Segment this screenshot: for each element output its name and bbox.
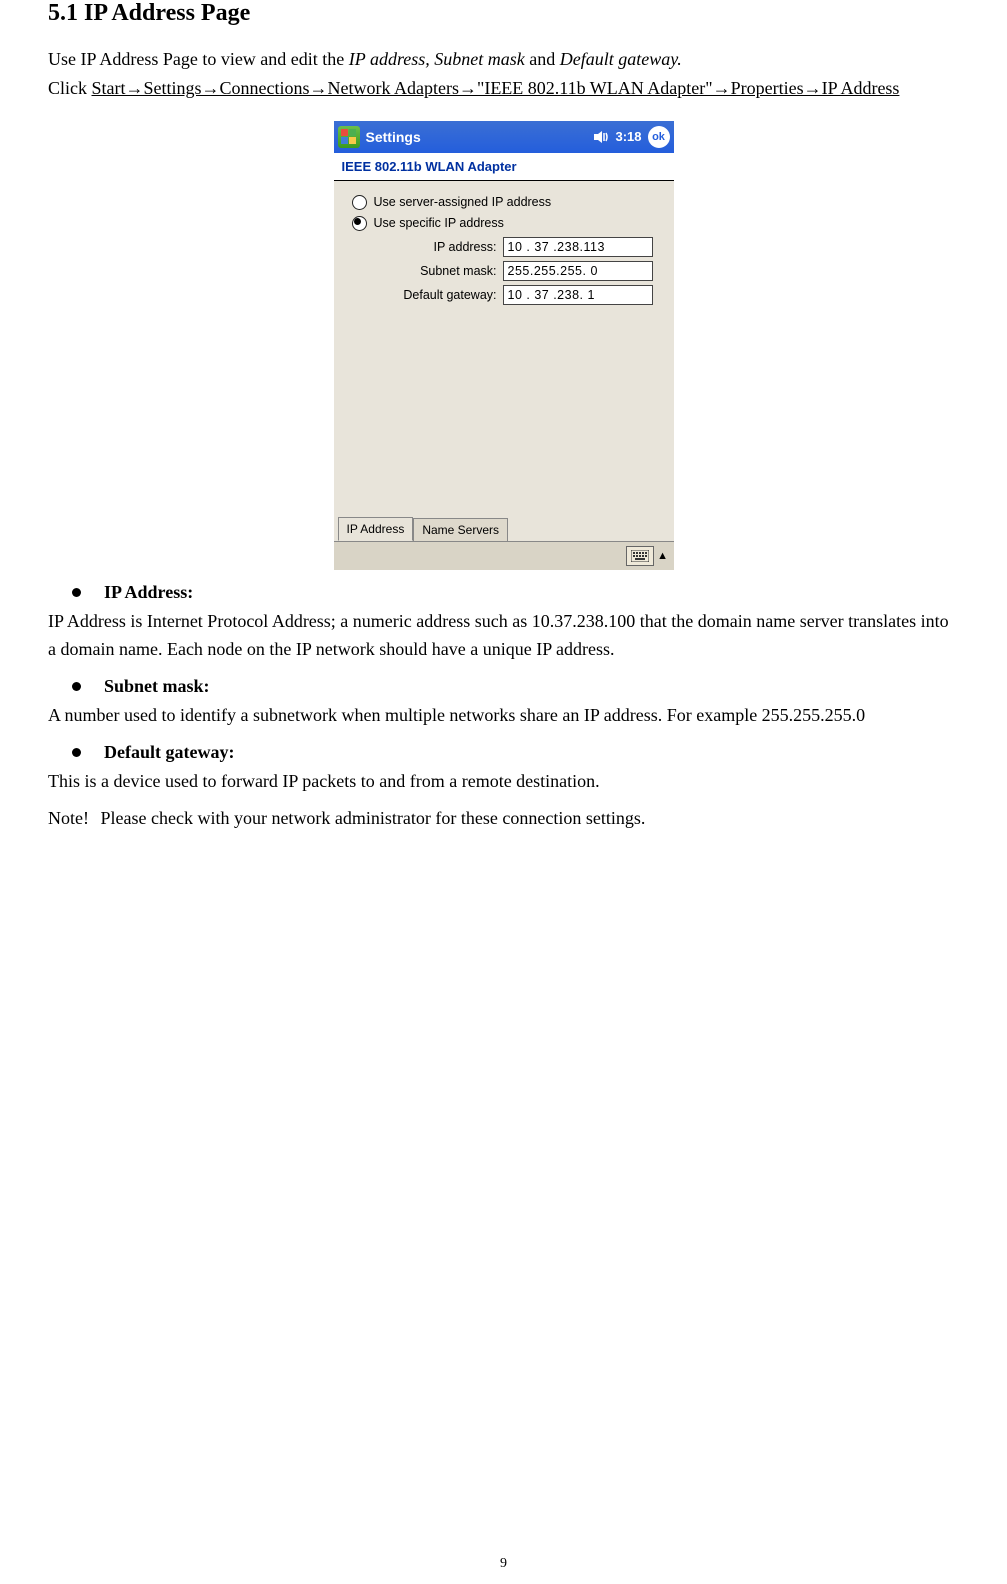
nav-path-paragraph: Click Start→Settings→Connections→Network… bbox=[48, 74, 959, 103]
field-row-gateway: Default gateway: 10 . 37 .238. 1 bbox=[342, 285, 666, 305]
screenshot-bottom-bar: ▲ bbox=[334, 541, 674, 570]
ip-address-description: IP Address is Internet Protocol Address;… bbox=[48, 607, 959, 665]
tab-name-servers[interactable]: Name Servers bbox=[413, 518, 508, 541]
radio-label-1: Use server-assigned IP address bbox=[374, 195, 552, 209]
arrow-up-icon[interactable]: ▲ bbox=[658, 550, 668, 562]
nav-path-1: Start→Settings→ bbox=[92, 78, 220, 98]
bullet-subnet-mask: Subnet mask: bbox=[48, 676, 959, 697]
radio-icon-selected bbox=[352, 216, 367, 231]
default-gateway-input[interactable]: 10 . 37 .238. 1 bbox=[503, 285, 653, 305]
tab-ip-address[interactable]: IP Address bbox=[338, 517, 414, 541]
subnet-mask-input[interactable]: 255.255.255. 0 bbox=[503, 261, 653, 281]
screenshot: Settings 3:18 ok IEEE 802.11b WLAN Adapt… bbox=[334, 121, 674, 570]
default-gateway-description: This is a device used to forward IP pack… bbox=[48, 767, 959, 796]
bullets-list-2: Subnet mask: bbox=[48, 676, 959, 697]
screenshot-titlebar: Settings 3:18 ok bbox=[334, 121, 674, 153]
radio-label-2: Use specific IP address bbox=[374, 216, 504, 230]
ok-button[interactable]: ok bbox=[648, 126, 670, 148]
screenshot-title: Settings bbox=[366, 129, 594, 145]
nav-path-2: Connections→Network Adapters→"IEEE 802.1… bbox=[220, 78, 900, 98]
intro-paragraph: Use IP Address Page to view and edit the… bbox=[48, 45, 959, 74]
intro-mid: and bbox=[525, 49, 560, 69]
bullet-default-gateway: Default gateway: bbox=[48, 742, 959, 763]
field-row-ip: IP address: 10 . 37 .238.113 bbox=[342, 237, 666, 257]
subnet-mask-label: Subnet mask: bbox=[342, 264, 503, 278]
note-body: Please check with your network administr… bbox=[101, 808, 646, 828]
ip-address-label: IP address: bbox=[342, 240, 503, 254]
ip-address-input[interactable]: 10 . 37 .238.113 bbox=[503, 237, 653, 257]
screenshot-adapter-header: IEEE 802.11b WLAN Adapter bbox=[334, 153, 674, 181]
click-prefix: Click bbox=[48, 78, 92, 98]
radio-specific-ip[interactable]: Use specific IP address bbox=[352, 216, 666, 231]
intro-prefix: Use IP Address Page to view and edit the bbox=[48, 49, 349, 69]
bullets-list: IP Address: bbox=[48, 582, 959, 603]
screenshot-time: 3:18 bbox=[615, 129, 641, 144]
default-gateway-label: Default gateway: bbox=[342, 288, 503, 302]
windows-flag-icon bbox=[338, 126, 360, 148]
intro-italic-2: Default gateway. bbox=[560, 49, 682, 69]
subnet-mask-description: A number used to identify a subnetwork w… bbox=[48, 701, 959, 730]
bullet-ip-address: IP Address: bbox=[48, 582, 959, 603]
note-label: Note! bbox=[48, 804, 96, 833]
bullets-list-3: Default gateway: bbox=[48, 742, 959, 763]
speaker-icon bbox=[593, 130, 611, 144]
section-heading: 5.1 IP Address Page bbox=[48, 0, 959, 27]
page-number: 9 bbox=[0, 1556, 1007, 1572]
radio-icon-unselected bbox=[352, 195, 367, 210]
keyboard-icon[interactable] bbox=[626, 546, 654, 566]
screenshot-body: Use server-assigned IP address Use speci… bbox=[334, 181, 674, 517]
radio-server-assigned[interactable]: Use server-assigned IP address bbox=[352, 195, 666, 210]
intro-italic-1: IP address, Subnet mask bbox=[349, 49, 525, 69]
field-row-subnet: Subnet mask: 255.255.255. 0 bbox=[342, 261, 666, 281]
screenshot-tabs: IP Address Name Servers bbox=[334, 517, 674, 541]
note-paragraph: Note! Please check with your network adm… bbox=[48, 804, 959, 833]
screenshot-container: Settings 3:18 ok IEEE 802.11b WLAN Adapt… bbox=[48, 121, 959, 570]
